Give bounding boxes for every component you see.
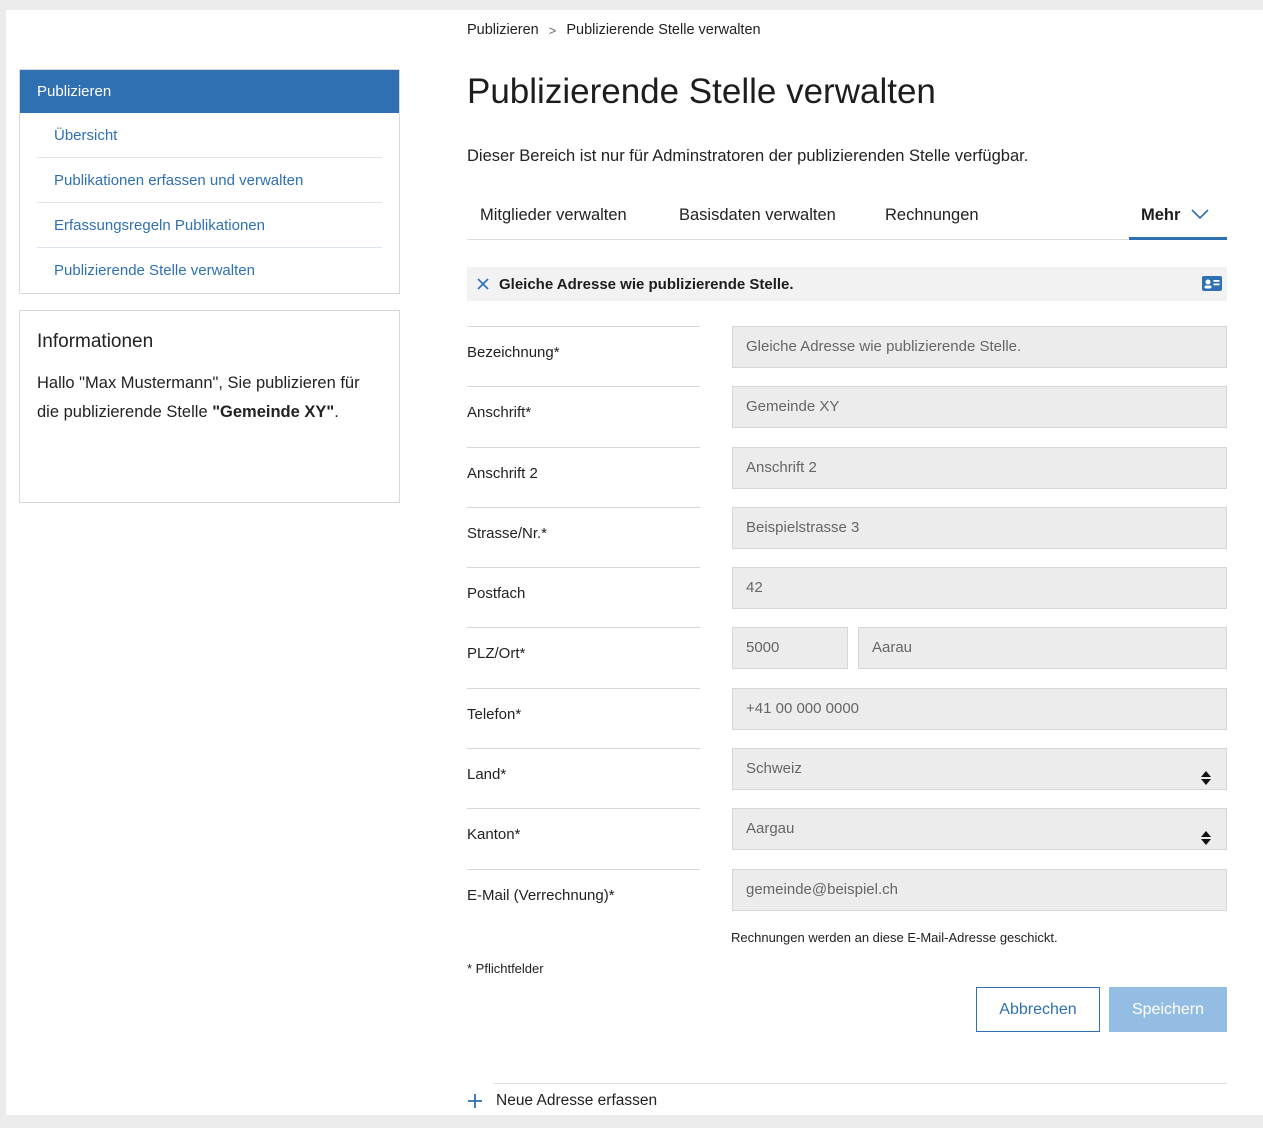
info-title: Informationen — [37, 331, 154, 352]
form-row-land: Land* Schweiz — [467, 748, 1227, 808]
sidebar-item-publizierende-stelle[interactable]: Publizierende Stelle verwalten — [37, 248, 382, 293]
kanton-label: Kanton* — [467, 808, 700, 868]
form-row-kanton: Kanton* Aargau — [467, 808, 1227, 868]
tab-mitglieder[interactable]: Mitglieder verwalten — [480, 206, 627, 225]
form-row-strasse: Strasse/Nr.* Beispielstrasse 3 — [467, 506, 1227, 567]
form-row-postfach: Postfach 42 — [467, 567, 1227, 627]
divider — [494, 1083, 1227, 1084]
bezeichnung-label: Bezeichnung* — [467, 326, 700, 386]
address-header: Gleiche Adresse wie publizierende Stelle… — [467, 267, 1227, 301]
select-arrows-icon — [1200, 822, 1212, 862]
tab-bar: Mitglieder verwalten Basisdaten verwalte… — [467, 192, 1227, 240]
plz-field[interactable]: 5000 — [732, 627, 848, 670]
form-row-plz-ort: PLZ/Ort* 5000 Aarau — [467, 627, 1227, 687]
anschrift-field[interactable]: Gemeinde XY — [732, 386, 1227, 429]
info-box: Informationen Hallo "Max Mustermann", Si… — [19, 310, 400, 503]
info-org-name: "Gemeinde XY" — [212, 403, 335, 421]
telefon-label: Telefon* — [467, 687, 700, 748]
new-address-link[interactable]: Neue Adresse erfassen — [467, 1092, 657, 1110]
email-label: E-Mail (Verrechnung)* — [467, 868, 700, 929]
bezeichnung-field[interactable]: Gleiche Adresse wie publizierende Stelle… — [732, 326, 1227, 368]
postfach-field[interactable]: 42 — [732, 567, 1227, 610]
contact-card-icon[interactable] — [1202, 276, 1222, 296]
breadcrumb: Publizieren > Publizierende Stelle verwa… — [467, 22, 761, 38]
plz-ort-label: PLZ/Ort* — [467, 627, 700, 687]
save-button[interactable]: Speichern — [1109, 987, 1227, 1032]
anschrift2-field[interactable]: Anschrift 2 — [732, 446, 1227, 489]
telefon-field[interactable]: +41 00 000 0000 — [732, 687, 1227, 730]
form-row-anschrift2: Anschrift 2 Anschrift 2 — [467, 446, 1227, 507]
ort-field[interactable]: Aarau — [858, 627, 1227, 670]
breadcrumb-separator: > — [548, 22, 557, 38]
land-label: Land* — [467, 748, 700, 808]
chevron-down-icon — [1190, 206, 1210, 237]
address-title: Gleiche Adresse wie publizierende Stelle… — [499, 275, 794, 293]
tab-rechnungen[interactable]: Rechnungen — [885, 206, 979, 225]
page-title: Publizierende Stelle verwalten — [467, 72, 936, 111]
kanton-select-value: Aargau — [746, 820, 795, 838]
close-icon[interactable] — [467, 274, 499, 295]
sidebar-item-publikationen[interactable]: Publikationen erfassen und verwalten — [37, 158, 382, 203]
required-note: * Pflichtfelder — [467, 961, 544, 976]
new-address-label: Neue Adresse erfassen — [496, 1092, 658, 1109]
form-row-anschrift: Anschrift* Gemeinde XY — [467, 386, 1227, 446]
breadcrumb-item-current: Publizierende Stelle verwalten — [566, 22, 761, 38]
page: Publizieren Übersicht Publikationen erfa… — [6, 10, 1263, 1115]
land-select[interactable]: Schweiz — [732, 748, 1227, 791]
strasse-field[interactable]: Beispielstrasse 3 — [732, 506, 1227, 549]
sidebar-nav: Publizieren Übersicht Publikationen erfa… — [19, 69, 400, 294]
anschrift2-label: Anschrift 2 — [467, 446, 700, 507]
tab-more-label: Mehr — [1141, 206, 1181, 224]
intro-text: Dieser Bereich ist nur für Adminstratore… — [467, 147, 1029, 165]
postfach-label: Postfach — [467, 567, 700, 627]
kanton-select[interactable]: Aargau — [732, 808, 1227, 851]
strasse-label: Strasse/Nr.* — [467, 506, 700, 567]
form-row-email: E-Mail (Verrechnung)* gemeinde@beispiel.… — [467, 868, 1227, 929]
tab-basisdaten[interactable]: Basisdaten verwalten — [679, 206, 836, 225]
anschrift-label: Anschrift* — [467, 386, 700, 446]
email-hint: Rechnungen werden an diese E-Mail-Adress… — [731, 930, 1058, 945]
info-text-suffix: . — [334, 403, 339, 421]
info-text: Hallo "Max Mustermann", Sie publizieren … — [37, 369, 382, 427]
form-row-bezeichnung: Bezeichnung* Gleiche Adresse wie publizi… — [467, 326, 1227, 386]
sidebar-item-erfassungsregeln[interactable]: Erfassungsregeln Publikationen — [37, 203, 382, 248]
sidebar-header[interactable]: Publizieren — [20, 70, 399, 113]
breadcrumb-item-publizieren[interactable]: Publizieren — [467, 22, 539, 38]
sidebar-item-uebersicht[interactable]: Übersicht — [37, 113, 382, 158]
cancel-button[interactable]: Abbrechen — [976, 987, 1100, 1032]
land-select-value: Schweiz — [746, 760, 802, 778]
select-arrows-icon — [1200, 762, 1212, 802]
email-field[interactable]: gemeinde@beispiel.ch — [732, 868, 1227, 911]
plus-icon — [467, 1093, 483, 1110]
form-row-telefon: Telefon* +41 00 000 0000 — [467, 687, 1227, 748]
tab-more[interactable]: Mehr — [1129, 192, 1227, 240]
sidebar-list: Übersicht Publikationen erfassen und ver… — [20, 113, 399, 293]
address-form: Bezeichnung* Gleiche Adresse wie publizi… — [467, 326, 1227, 929]
